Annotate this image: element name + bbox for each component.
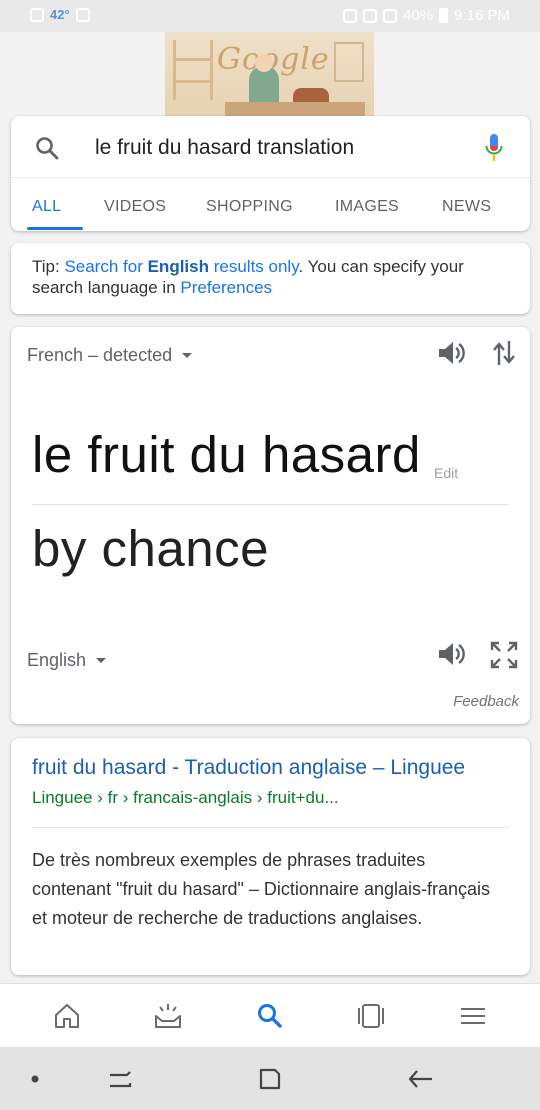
speaker-icon[interactable] <box>436 339 466 367</box>
result-snippet: De très nombreux exemples de phrases tra… <box>32 850 491 928</box>
doodle-head <box>255 54 273 72</box>
target-language-label: English <box>27 650 87 670</box>
search-card: le fruit du hasard translation ALL VIDEO… <box>11 116 530 231</box>
edit-button[interactable]: Edit <box>434 465 458 481</box>
notification-icon <box>30 7 44 22</box>
tab-shopping[interactable]: SHOPPING <box>206 198 293 216</box>
target-language-selector[interactable]: English <box>27 650 107 671</box>
english-only-link[interactable]: Search for English results only <box>64 257 298 276</box>
menu-icon[interactable] <box>459 1002 487 1030</box>
tip-link-part-a[interactable]: Search for <box>64 257 147 276</box>
search-icon[interactable] <box>35 136 59 160</box>
result-title-link[interactable]: fruit du hasard - Traduction anglaise – … <box>32 756 465 780</box>
clock: 9:16 PM <box>454 7 510 24</box>
status-left: 42° <box>30 7 90 22</box>
fullscreen-icon[interactable] <box>489 640 519 670</box>
feedback-link[interactable]: Feedback <box>453 693 519 710</box>
image-notification-icon <box>75 7 90 22</box>
tab-news[interactable]: NEWS <box>442 198 491 216</box>
tip-prefix: Tip: <box>32 257 65 276</box>
swap-languages-icon[interactable] <box>491 339 517 367</box>
source-language-label: French – detected <box>27 345 173 365</box>
alarm-icon <box>343 8 358 23</box>
recent-apps-icon[interactable] <box>106 1065 134 1093</box>
updates-icon[interactable] <box>154 1002 182 1030</box>
tab-videos[interactable]: VIDEOS <box>104 198 166 216</box>
home-square-icon[interactable] <box>256 1065 284 1093</box>
tip-card: Tip: Search for English results only. Yo… <box>11 243 530 314</box>
source-text: le fruit du hasard <box>32 426 421 483</box>
translate-divider <box>32 504 509 505</box>
translate-card: French – detected le fruit du hasard Edi… <box>11 327 530 724</box>
tab-all[interactable]: ALL <box>32 198 61 216</box>
wifi-icon <box>383 8 398 23</box>
recents-icon[interactable] <box>357 1002 385 1030</box>
preferences-link[interactable]: Preferences <box>180 278 272 297</box>
speaker-icon[interactable] <box>436 640 466 668</box>
status-bar: 42° 40% 9:16 PM <box>0 0 540 32</box>
result-url: Linguee › fr › francais-anglais › fruit+… <box>32 788 339 807</box>
search-icon[interactable] <box>256 1002 284 1030</box>
result-divider <box>32 827 509 828</box>
active-tab-indicator <box>27 227 83 230</box>
tip-link-part-b[interactable]: results only <box>209 257 299 276</box>
system-nav-bar <box>0 1047 540 1110</box>
home-icon[interactable] <box>53 1002 81 1030</box>
doodle-window <box>334 42 364 82</box>
google-doodle[interactable]: Google <box>165 32 374 116</box>
tip-link-bold[interactable]: English <box>148 257 209 276</box>
app-bottom-bar <box>0 983 540 1047</box>
doodle-shelf <box>173 40 213 100</box>
chevron-down-icon <box>96 658 107 663</box>
tab-images[interactable]: IMAGES <box>335 198 399 216</box>
search-tabs: ALL VIDEOS SHOPPING IMAGES NEWS <box>11 178 530 231</box>
battery-icon <box>439 8 449 23</box>
search-box[interactable]: le fruit du hasard translation <box>11 116 530 178</box>
bluetooth-icon <box>363 8 378 23</box>
back-icon[interactable] <box>407 1065 435 1093</box>
translated-text: by chance <box>32 520 269 577</box>
chevron-down-icon <box>182 353 193 358</box>
doodle-table <box>225 102 365 116</box>
source-language-selector[interactable]: French – detected <box>27 345 193 366</box>
temperature: 42° <box>50 7 70 22</box>
search-input[interactable]: le fruit du hasard translation <box>95 136 354 160</box>
mic-icon[interactable] <box>484 133 504 163</box>
battery-percent: 40% <box>403 7 434 24</box>
status-right: 40% 9:16 PM <box>343 7 510 24</box>
search-result-card: fruit du hasard - Traduction anglaise – … <box>11 738 530 975</box>
dot-icon[interactable] <box>21 1065 49 1093</box>
